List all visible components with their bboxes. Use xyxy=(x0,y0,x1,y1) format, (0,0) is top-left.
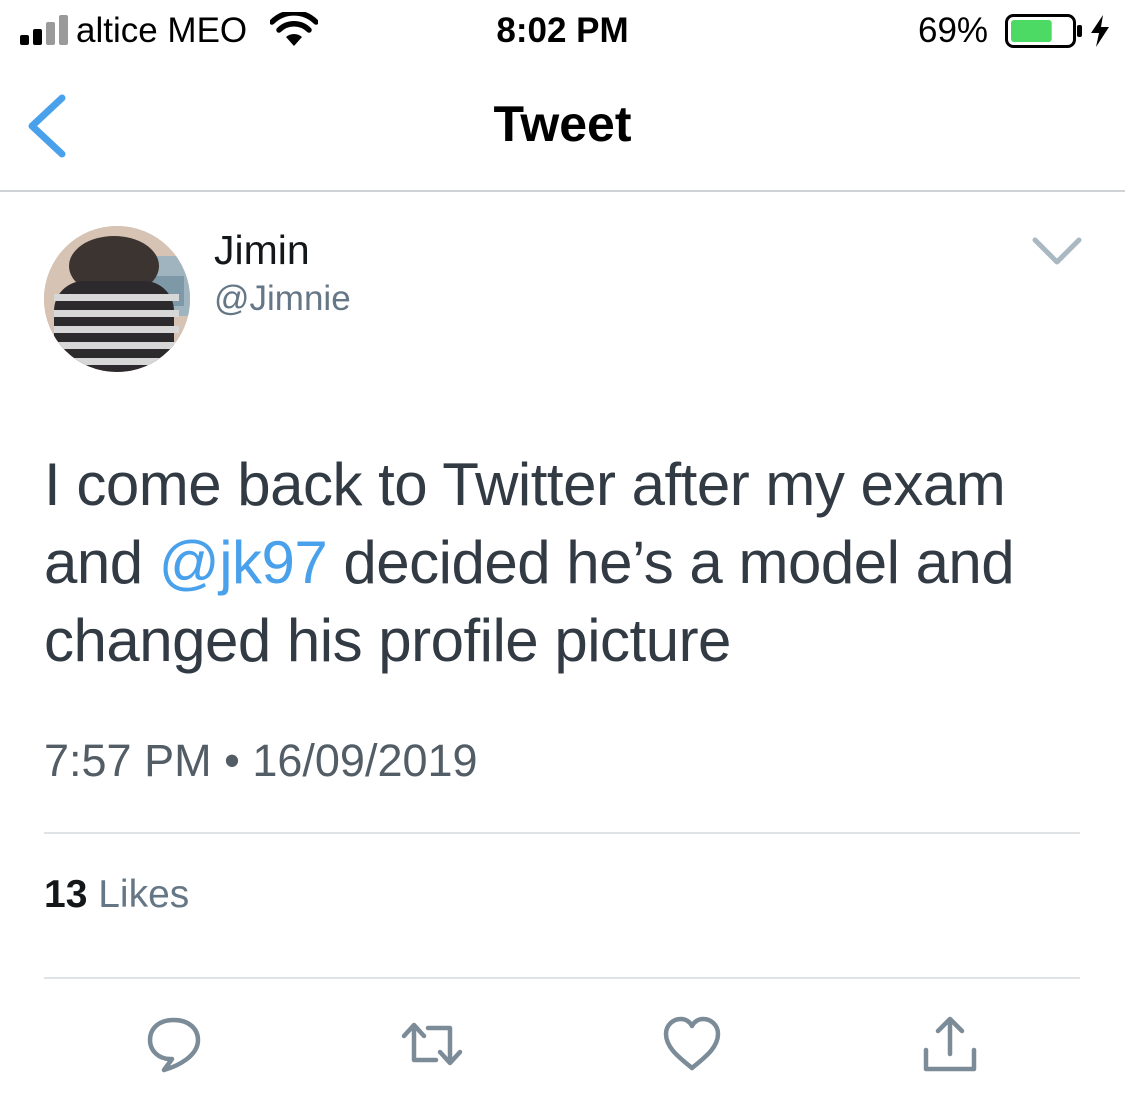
navigation-bar: Tweet xyxy=(0,62,1125,192)
likes-label: Likes xyxy=(98,873,190,916)
likes-count[interactable]: 13 Likes xyxy=(44,872,189,918)
battery-percentage: 69% xyxy=(918,11,989,50)
charging-bolt-icon xyxy=(1091,15,1109,47)
tweet-text-line: changed his profile picture xyxy=(44,607,731,674)
status-bar: altice MEO 8:02 PM 69% xyxy=(0,0,1125,62)
share-icon xyxy=(923,1016,977,1072)
tweet-text-line: and @jk97 decided he’s a model and xyxy=(44,524,1094,602)
chevron-down-icon[interactable] xyxy=(1030,234,1084,268)
avatar[interactable] xyxy=(44,226,190,372)
tweet-text-segment: and xyxy=(44,529,159,596)
mention-link[interactable]: @jk97 xyxy=(159,529,328,596)
divider xyxy=(44,832,1080,834)
divider xyxy=(44,977,1080,979)
avatar-photo xyxy=(44,226,190,372)
tweet-text-line: I come back to Twitter after my exam xyxy=(44,451,1006,518)
like-button[interactable] xyxy=(660,1014,724,1074)
likes-number: 13 xyxy=(44,873,88,916)
retweet-icon xyxy=(401,1022,463,1066)
tweet-detail-screen: altice MEO 8:02 PM 69% Tweet Jimin @Jimn… xyxy=(0,0,1125,1102)
page-title: Tweet xyxy=(493,96,632,152)
tweet-timestamp: 7:57 PM • 16/09/2019 xyxy=(44,735,478,786)
battery-icon xyxy=(1005,14,1082,48)
author-display-name[interactable]: Jimin xyxy=(214,226,310,274)
reply-button[interactable] xyxy=(142,1014,206,1074)
tweet-text-segment: decided he’s a model and xyxy=(327,529,1015,596)
retweet-button[interactable] xyxy=(400,1014,464,1074)
heart-icon xyxy=(663,1016,721,1071)
author-handle[interactable]: @Jimnie xyxy=(214,278,351,320)
tweet-text: I come back to Twitter after my exam and… xyxy=(44,446,1094,680)
share-button[interactable] xyxy=(918,1014,982,1074)
reply-icon xyxy=(147,1017,201,1073)
